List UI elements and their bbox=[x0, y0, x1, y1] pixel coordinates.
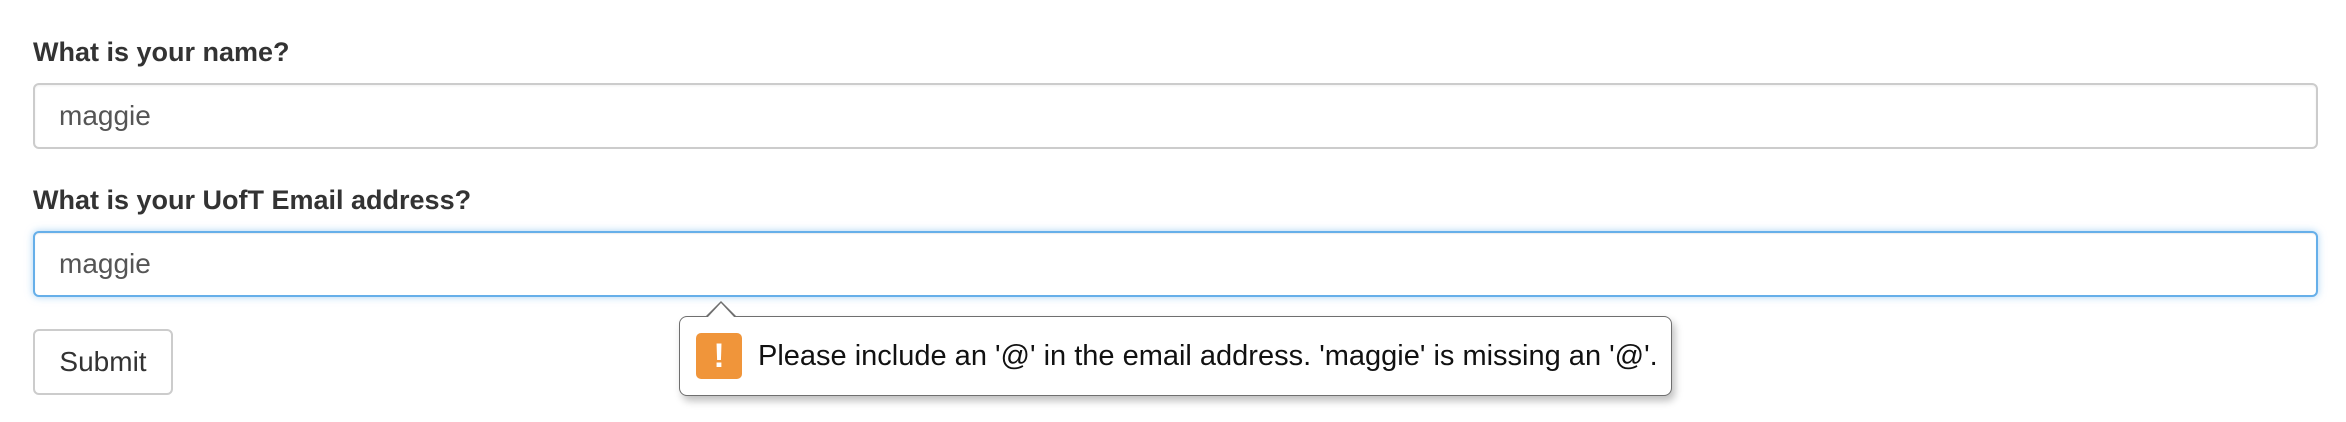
tooltip-arrow bbox=[705, 301, 737, 318]
email-label: What is your UofT Email address? bbox=[33, 185, 472, 215]
warning-icon: ! bbox=[696, 333, 742, 379]
submit-button[interactable]: Submit bbox=[33, 329, 173, 395]
validation-message: Please include an '@' in the email addre… bbox=[758, 339, 1658, 372]
email-input[interactable] bbox=[33, 231, 2318, 297]
name-label: What is your name? bbox=[33, 37, 290, 67]
name-input[interactable] bbox=[33, 83, 2318, 149]
validation-tooltip: ! Please include an '@' in the email add… bbox=[679, 301, 1672, 396]
